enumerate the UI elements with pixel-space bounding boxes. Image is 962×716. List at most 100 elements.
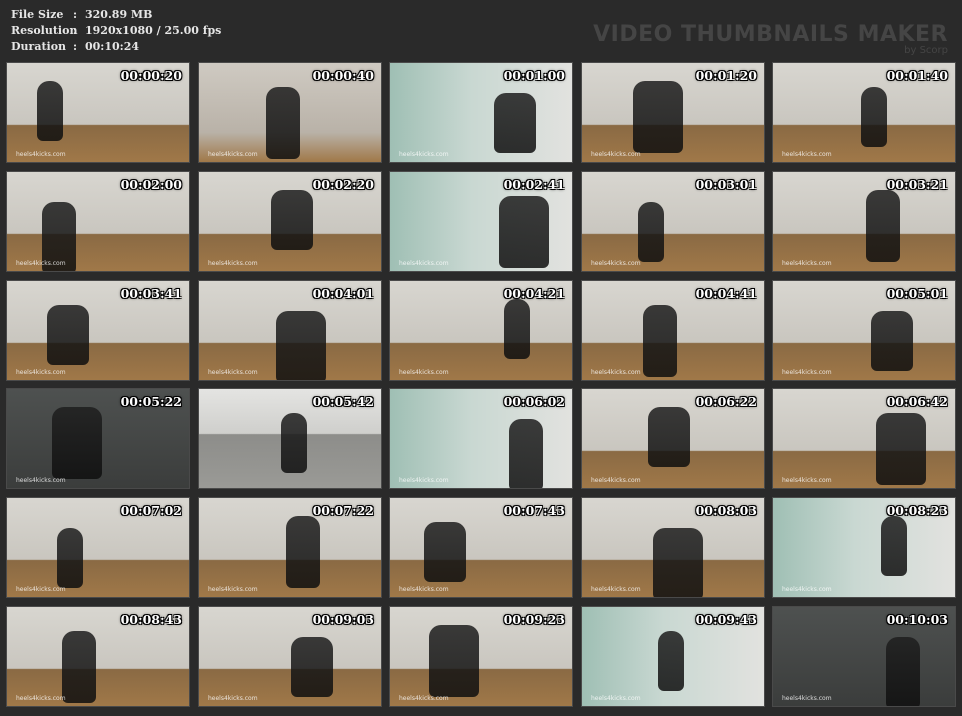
timestamp: 00:03:21: [886, 177, 948, 192]
thumbnail[interactable]: 00:04:41 heels4kicks.com: [581, 280, 765, 381]
timestamp: 00:03:01: [695, 177, 757, 192]
figure-silhouette: [429, 625, 479, 697]
thumbnail-watermark: heels4kicks.com: [591, 151, 641, 158]
thumbnail[interactable]: 00:00:20 heels4kicks.com: [6, 62, 190, 163]
thumbnail[interactable]: 00:02:00 heels4kicks.com: [6, 171, 190, 272]
figure-silhouette: [886, 637, 920, 706]
thumbnail-watermark: heels4kicks.com: [208, 369, 258, 376]
thumbnail-watermark: heels4kicks.com: [782, 260, 832, 267]
thumbnail-watermark: heels4kicks.com: [208, 260, 258, 267]
thumbnail[interactable]: 00:03:01 heels4kicks.com: [581, 171, 765, 272]
timestamp: 00:02:41: [503, 177, 565, 192]
thumbnail[interactable]: 00:04:01 heels4kicks.com: [198, 280, 382, 381]
figure-silhouette: [653, 528, 703, 597]
thumbnail-watermark: heels4kicks.com: [399, 260, 449, 267]
thumbnail[interactable]: 00:07:02 heels4kicks.com: [6, 497, 190, 598]
thumbnail[interactable]: 00:08:43 heels4kicks.com: [6, 606, 190, 707]
figure-silhouette: [861, 87, 887, 147]
timestamp: 00:05:01: [886, 286, 948, 301]
figure-silhouette: [633, 81, 683, 153]
thumbnail-watermark: heels4kicks.com: [16, 586, 66, 593]
thumbnail-watermark: heels4kicks.com: [399, 695, 449, 702]
thumbnail-watermark: heels4kicks.com: [208, 151, 258, 158]
timestamp: 00:04:01: [312, 286, 374, 301]
thumbnail[interactable]: 00:01:20 heels4kicks.com: [581, 62, 765, 163]
figure-silhouette: [638, 202, 664, 262]
figure-silhouette: [281, 413, 307, 473]
figure-silhouette: [47, 305, 89, 365]
thumbnail[interactable]: 00:03:41 heels4kicks.com: [6, 280, 190, 381]
thumbnail-watermark: heels4kicks.com: [16, 260, 66, 267]
figure-silhouette: [494, 93, 536, 153]
timestamp: 00:01:40: [886, 68, 948, 83]
duration-value: 00:10:24: [85, 40, 140, 53]
timestamp: 00:02:00: [120, 177, 182, 192]
figure-silhouette: [876, 413, 926, 485]
thumbnail[interactable]: 00:04:21 heels4kicks.com: [389, 280, 573, 381]
timestamp: 00:07:43: [503, 503, 565, 518]
duration-label: Duration: [11, 40, 67, 53]
thumbnail[interactable]: 00:05:01 heels4kicks.com: [772, 280, 956, 381]
thumbnail[interactable]: 00:07:22 heels4kicks.com: [198, 497, 382, 598]
file-size-value: 320.89 MB: [85, 8, 153, 21]
thumbnail-watermark: heels4kicks.com: [399, 477, 449, 484]
resolution-value: 1920x1080 / 25.00 fps: [85, 24, 222, 37]
thumbnail[interactable]: 00:02:20 heels4kicks.com: [198, 171, 382, 272]
timestamp: 00:10:03: [886, 612, 948, 627]
figure-silhouette: [52, 407, 102, 479]
thumbnail[interactable]: 00:06:42 heels4kicks.com: [772, 388, 956, 489]
thumbnail[interactable]: 00:00:40 heels4kicks.com: [198, 62, 382, 163]
thumbnail-watermark: heels4kicks.com: [16, 695, 66, 702]
thumbnail-watermark: heels4kicks.com: [591, 260, 641, 267]
resolution-label: Resolution: [11, 24, 78, 37]
thumbnail-grid: 00:00:20 heels4kicks.com 00:00:40 heels4kic…: [6, 62, 956, 712]
thumbnail[interactable]: 00:08:23 heels4kicks.com: [772, 497, 956, 598]
timestamp: 00:05:42: [312, 394, 374, 409]
figure-silhouette: [881, 516, 907, 576]
thumbnail-watermark: heels4kicks.com: [208, 586, 258, 593]
timestamp: 00:00:20: [120, 68, 182, 83]
info-header: File Size:320.89 MB Resolution: 1920x1080…: [0, 0, 962, 58]
timestamp: 00:06:22: [695, 394, 757, 409]
timestamp: 00:09:03: [312, 612, 374, 627]
figure-silhouette: [276, 311, 326, 380]
thumbnail[interactable]: 00:05:42: [198, 388, 382, 489]
thumbnail-watermark: heels4kicks.com: [16, 477, 66, 484]
figure-silhouette: [504, 299, 530, 359]
figure-silhouette: [57, 528, 83, 588]
thumbnail[interactable]: 00:05:22 heels4kicks.com: [6, 388, 190, 489]
timestamp: 00:07:02: [120, 503, 182, 518]
separator: :: [73, 40, 78, 53]
thumbnail[interactable]: 00:01:00 heels4kicks.com: [389, 62, 573, 163]
timestamp: 00:06:02: [503, 394, 565, 409]
thumbnail-watermark: heels4kicks.com: [591, 695, 641, 702]
thumbnail-watermark: heels4kicks.com: [399, 151, 449, 158]
thumbnail[interactable]: 00:08:03 heels4kicks.com: [581, 497, 765, 598]
timestamp: 00:03:41: [120, 286, 182, 301]
thumbnail[interactable]: 00:06:22 heels4kicks.com: [581, 388, 765, 489]
figure-silhouette: [37, 81, 63, 141]
thumbnail-watermark: heels4kicks.com: [591, 369, 641, 376]
timestamp: 00:02:20: [312, 177, 374, 192]
thumbnail[interactable]: 00:06:02 heels4kicks.com: [389, 388, 573, 489]
thumbnail[interactable]: 00:02:41 heels4kicks.com: [389, 171, 573, 272]
thumbnail-watermark: heels4kicks.com: [591, 477, 641, 484]
thumbnail[interactable]: 00:09:23 heels4kicks.com: [389, 606, 573, 707]
figure-silhouette: [871, 311, 913, 371]
thumbnail[interactable]: 00:10:03 heels4kicks.com: [772, 606, 956, 707]
thumbnail[interactable]: 00:03:21 heels4kicks.com: [772, 171, 956, 272]
thumbnail[interactable]: 00:07:43 heels4kicks.com: [389, 497, 573, 598]
figure-silhouette: [509, 419, 543, 488]
file-size-label: File Size: [11, 8, 64, 21]
watermark-by: by Scorp: [904, 45, 948, 56]
timestamp: 00:09:23: [503, 612, 565, 627]
thumbnail-watermark: heels4kicks.com: [782, 151, 832, 158]
thumbnail[interactable]: 00:09:43 heels4kicks.com: [581, 606, 765, 707]
thumbnail[interactable]: 00:09:03 heels4kicks.com: [198, 606, 382, 707]
figure-silhouette: [424, 522, 466, 582]
timestamp: 00:05:22: [120, 394, 182, 409]
file-size-row: File Size:320.89 MB: [11, 8, 152, 24]
timestamp: 00:07:22: [312, 503, 374, 518]
thumbnail[interactable]: 00:01:40 heels4kicks.com: [772, 62, 956, 163]
figure-silhouette: [866, 190, 900, 262]
